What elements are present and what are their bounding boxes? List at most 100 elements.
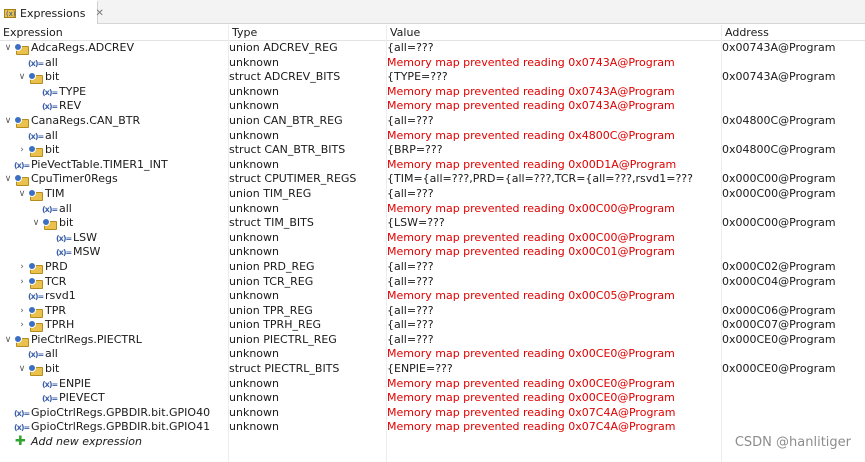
chevron-down-icon[interactable]: ∨ bbox=[17, 70, 27, 85]
error-value-cell[interactable]: Memory map prevented reading 0x00CE0@Pro… bbox=[387, 347, 719, 362]
chevron-right-icon[interactable]: › bbox=[17, 275, 27, 290]
column-header-type[interactable]: Type bbox=[229, 25, 387, 41]
tree-row[interactable]: (x)= all unknown Memory map prevented readi… bbox=[0, 202, 865, 217]
error-value-cell[interactable]: Memory map prevented reading 0x00D1A@Pro… bbox=[387, 158, 719, 173]
tree-row[interactable]: › TPRH union TPRH_REG {all=??? 0x000C07@Prog… bbox=[0, 318, 865, 333]
chevron-right-icon[interactable]: › bbox=[17, 260, 27, 275]
tree-row[interactable]: (x)= ENPIE unknown Memory map prevented rea… bbox=[0, 377, 865, 392]
add-new-expression-label[interactable]: Add new expression bbox=[31, 435, 142, 450]
expression-cell[interactable]: ∨ bit bbox=[0, 70, 226, 85]
expression-cell[interactable]: (x)= REV bbox=[0, 99, 226, 114]
chevron-right-icon[interactable]: › bbox=[17, 143, 27, 158]
value-cell[interactable]: {all=??? bbox=[387, 318, 719, 333]
expression-cell[interactable]: (x)= PIEVECT bbox=[0, 391, 226, 406]
expression-cell[interactable]: (x)= LSW bbox=[0, 231, 226, 246]
error-value-cell[interactable]: Memory map prevented reading 0x0743A@Pro… bbox=[387, 56, 719, 71]
error-value-cell[interactable]: Memory map prevented reading 0x00C01@Pro… bbox=[387, 245, 719, 260]
tree-row[interactable]: (x)= REV unknown Memory map prevented readi… bbox=[0, 99, 865, 114]
value-cell[interactable]: {all=??? bbox=[387, 333, 719, 348]
error-value-cell[interactable]: Memory map prevented reading 0x00C00@Pro… bbox=[387, 202, 719, 217]
expression-cell[interactable]: › bit bbox=[0, 143, 226, 158]
value-cell[interactable]: {all=??? bbox=[387, 41, 719, 56]
tab-expressions[interactable]: (x) Expressions ✕ bbox=[0, 0, 104, 24]
tree-row[interactable]: › PRD union PRD_REG {all=??? 0x000C02@Progra… bbox=[0, 260, 865, 275]
chevron-down-icon[interactable]: ∨ bbox=[31, 216, 41, 231]
error-value-cell[interactable]: Memory map prevented reading 0x07C4A@Pro… bbox=[387, 406, 719, 421]
error-value-cell[interactable]: Memory map prevented reading 0x0743A@Pro… bbox=[387, 85, 719, 100]
expression-cell[interactable]: (x)= ENPIE bbox=[0, 377, 226, 392]
error-value-cell[interactable]: Memory map prevented reading 0x0743A@Pro… bbox=[387, 99, 719, 114]
chevron-down-icon[interactable]: ∨ bbox=[3, 41, 13, 56]
expression-cell[interactable]: ∨ PieCtrlRegs.PIECTRL bbox=[0, 333, 226, 348]
expression-cell[interactable]: › TPRH bbox=[0, 318, 226, 333]
expression-cell[interactable]: ∨ bit bbox=[0, 216, 226, 231]
tree-row[interactable]: (x)= all unknown Memory map prevented readi… bbox=[0, 347, 865, 362]
expression-cell[interactable]: (x)= GpioCtrlRegs.GPBDIR.bit.GPIO41 bbox=[0, 420, 226, 435]
tree-row[interactable]: ∨ bit struct PIECTRL_BITS {ENPIE=??? 0x000CE… bbox=[0, 362, 865, 377]
tree-row[interactable]: ∨ AdcaRegs.ADCREV union ADCREV_REG {all=???… bbox=[0, 41, 865, 56]
expression-cell[interactable]: › TCR bbox=[0, 275, 226, 290]
tree-row[interactable]: (x)= PieVectTable.TIMER1_INT unknown Memory… bbox=[0, 158, 865, 173]
tree-row[interactable]: ∨ TIM union TIM_REG {all=??? 0x000C00@Progra… bbox=[0, 187, 865, 202]
error-value-cell[interactable]: Memory map prevented reading 0x00CE0@Pro… bbox=[387, 391, 719, 406]
expression-cell[interactable]: ∨ AdcaRegs.ADCREV bbox=[0, 41, 226, 56]
expression-cell[interactable]: (x)= GpioCtrlRegs.GPBDIR.bit.GPIO40 bbox=[0, 406, 226, 421]
column-header-address[interactable]: Address bbox=[722, 25, 865, 41]
tree-row[interactable]: (x)= TYPE unknown Memory map prevented read… bbox=[0, 85, 865, 100]
expression-cell[interactable]: (x)= PieVectTable.TIMER1_INT bbox=[0, 158, 226, 173]
value-cell[interactable]: {all=??? bbox=[387, 260, 719, 275]
error-value-cell[interactable]: Memory map prevented reading 0x4800C@Pro… bbox=[387, 129, 719, 144]
tree-row[interactable]: ∨ bit struct TIM_BITS {LSW=??? 0x000C00@Prog… bbox=[0, 216, 865, 231]
error-value-cell[interactable]: Memory map prevented reading 0x00CE0@Pro… bbox=[387, 377, 719, 392]
tree-row[interactable]: (x)= GpioCtrlRegs.GPBDIR.bit.GPIO40 unknow… bbox=[0, 406, 865, 421]
tree-row[interactable]: ∨ bit struct ADCREV_BITS {TYPE=??? 0x00743A@… bbox=[0, 70, 865, 85]
expression-cell[interactable]: ∨ CpuTimer0Regs bbox=[0, 172, 226, 187]
chevron-down-icon[interactable]: ∨ bbox=[17, 362, 27, 377]
expression-cell[interactable]: ∨ bit bbox=[0, 362, 226, 377]
value-cell[interactable]: {LSW=??? bbox=[387, 216, 719, 231]
tree-row[interactable]: ∨ PieCtrlRegs.PIECTRL union PIECTRL_REG {al… bbox=[0, 333, 865, 348]
tree-row[interactable]: (x)= all unknown Memory map prevented readi… bbox=[0, 56, 865, 71]
add-expression-icon[interactable]: ✚ bbox=[15, 435, 29, 448]
value-cell[interactable]: {all=??? bbox=[387, 187, 719, 202]
value-cell[interactable]: {TIM={all=???,PRD={all=???,TCR={all=???,… bbox=[387, 172, 719, 187]
tree-row[interactable]: ∨ CpuTimer0Regs struct CPUTIMER_REGS {TIM={… bbox=[0, 172, 865, 187]
expression-cell[interactable]: ∨ CanaRegs.CAN_BTR bbox=[0, 114, 226, 129]
tree-row[interactable]: › TPR union TPR_REG {all=??? 0x000C06@Progra… bbox=[0, 304, 865, 319]
chevron-down-icon[interactable]: ∨ bbox=[3, 114, 13, 129]
expression-cell[interactable]: (x)= all bbox=[0, 129, 226, 144]
expression-cell[interactable]: (x)= TYPE bbox=[0, 85, 226, 100]
value-cell[interactable]: {all=??? bbox=[387, 304, 719, 319]
close-icon[interactable]: ✕ bbox=[95, 8, 103, 19]
chevron-right-icon[interactable]: › bbox=[17, 304, 27, 319]
chevron-down-icon[interactable]: ∨ bbox=[3, 172, 13, 187]
column-header-expression[interactable]: Expression bbox=[0, 25, 229, 41]
expression-cell[interactable]: (x)= MSW bbox=[0, 245, 226, 260]
expression-cell[interactable]: › PRD bbox=[0, 260, 226, 275]
expression-cell[interactable]: (x)= all bbox=[0, 202, 226, 217]
tree-row[interactable]: (x)= GpioCtrlRegs.GPBDIR.bit.GPIO41 unknow… bbox=[0, 420, 865, 435]
expression-cell[interactable]: › TPR bbox=[0, 304, 226, 319]
value-cell[interactable]: {ENPIE=??? bbox=[387, 362, 719, 377]
expression-cell[interactable]: ∨ TIM bbox=[0, 187, 226, 202]
value-cell[interactable]: {all=??? bbox=[387, 275, 719, 290]
value-cell[interactable]: {all=??? bbox=[387, 114, 719, 129]
tree-row[interactable]: (x)= PIEVECT unknown Memory map prevented r… bbox=[0, 391, 865, 406]
chevron-down-icon[interactable]: ∨ bbox=[3, 333, 13, 348]
chevron-right-icon[interactable]: › bbox=[17, 318, 27, 333]
expression-cell[interactable]: (x)= all bbox=[0, 56, 226, 71]
expression-cell[interactable]: (x)= all bbox=[0, 347, 226, 362]
tree-row[interactable]: (x)= rsvd1 unknown Memory map prevented rea… bbox=[0, 289, 865, 304]
error-value-cell[interactable]: Memory map prevented reading 0x00C00@Pro… bbox=[387, 231, 719, 246]
error-value-cell[interactable]: Memory map prevented reading 0x07C4A@Pro… bbox=[387, 420, 719, 435]
error-value-cell[interactable]: Memory map prevented reading 0x00C05@Pro… bbox=[387, 289, 719, 304]
tree-row[interactable]: (x)= LSW unknown Memory map prevented readi… bbox=[0, 231, 865, 246]
tree-row[interactable]: › bit struct CAN_BTR_BITS {BRP=??? 0x04800C@… bbox=[0, 143, 865, 158]
value-cell[interactable]: {TYPE=??? bbox=[387, 70, 719, 85]
chevron-down-icon[interactable]: ∨ bbox=[17, 187, 27, 202]
tree-row[interactable]: ∨ CanaRegs.CAN_BTR union CAN_BTR_REG {all=?… bbox=[0, 114, 865, 129]
tree-row[interactable]: (x)= MSW unknown Memory map prevented readi… bbox=[0, 245, 865, 260]
tree-row[interactable]: (x)= all unknown Memory map prevented readi… bbox=[0, 129, 865, 144]
column-header-value[interactable]: Value bbox=[387, 25, 722, 41]
expression-cell[interactable]: (x)= rsvd1 bbox=[0, 289, 226, 304]
